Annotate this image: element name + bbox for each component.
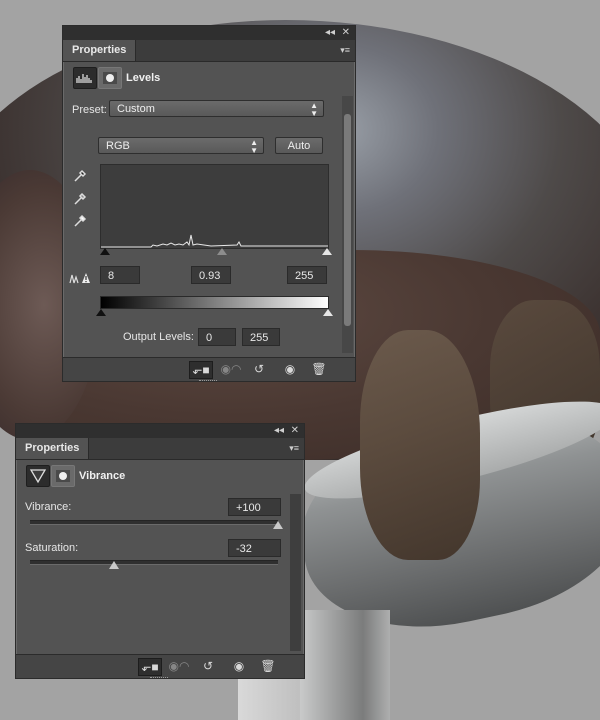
saturation-value-field[interactable]: -32 xyxy=(228,539,281,557)
preset-value: Custom xyxy=(117,103,155,115)
output-gradient-bar xyxy=(100,296,329,309)
output-white-slider[interactable] xyxy=(323,309,333,316)
visibility-eye-icon[interactable]: ◉ xyxy=(228,658,250,674)
scrollbar[interactable] xyxy=(290,494,301,651)
panel-titlebar[interactable]: ◂◂ ✕ xyxy=(63,26,355,40)
clipping-warning-icon[interactable] xyxy=(69,271,91,288)
input-white-slider[interactable] xyxy=(322,248,332,255)
collapse-icon[interactable]: ◂◂ xyxy=(325,27,335,38)
mask-icon[interactable] xyxy=(98,67,122,89)
dropdown-arrows-icon: ▲ ▼ xyxy=(250,138,258,155)
input-white-field[interactable]: 255 xyxy=(287,266,327,284)
resize-grip[interactable] xyxy=(150,677,168,681)
panel-footer: ⬐■ ◉◠ ↺ ◉ 🗑 xyxy=(63,357,355,381)
tab-row: Properties ▾≡ xyxy=(16,438,304,460)
black-eyedropper-icon[interactable] xyxy=(73,169,87,183)
tab-properties[interactable]: Properties xyxy=(63,40,137,61)
scrollbar[interactable] xyxy=(342,96,353,353)
panel-titlebar[interactable]: ◂◂ ✕ xyxy=(16,424,304,438)
saturation-slider-track[interactable] xyxy=(30,560,278,565)
panel-menu-icon[interactable]: ▾≡ xyxy=(289,443,299,454)
vibrance-slider-thumb[interactable] xyxy=(273,521,283,529)
panel-title: Levels xyxy=(126,72,161,84)
saturation-slider-thumb[interactable] xyxy=(109,561,120,569)
vibrance-value-field[interactable]: +100 xyxy=(228,498,281,516)
input-black-field[interactable]: 8 xyxy=(100,266,140,284)
panel-header: Vibrance xyxy=(16,460,304,494)
panel-title: Vibrance xyxy=(79,470,126,482)
input-gamma-slider[interactable] xyxy=(217,248,227,255)
clip-to-layer-icon[interactable]: ⬐■ xyxy=(138,658,162,676)
output-levels-label: Output Levels: xyxy=(123,331,194,343)
channel-dropdown[interactable]: RGB ▲ ▼ xyxy=(98,137,264,155)
panel-footer: ⬐■ ◉◠ ↺ ◉ 🗑 xyxy=(16,654,304,678)
close-icon[interactable]: ✕ xyxy=(342,27,350,38)
white-eyedropper-icon[interactable] xyxy=(73,214,87,228)
view-previous-icon[interactable]: ◉◠ xyxy=(168,658,190,674)
input-gamma-field[interactable]: 0.93 xyxy=(191,266,231,284)
clip-to-layer-icon[interactable]: ⬐■ xyxy=(189,361,213,379)
input-black-slider[interactable] xyxy=(100,248,110,255)
trash-icon[interactable]: 🗑 xyxy=(308,361,330,377)
collapse-icon[interactable]: ◂◂ xyxy=(274,425,284,436)
output-black-slider[interactable] xyxy=(96,309,106,316)
levels-adjustment-icon[interactable] xyxy=(73,67,97,89)
vibrance-slider-track[interactable] xyxy=(30,520,278,525)
preset-label: Preset: xyxy=(72,104,107,116)
output-black-field[interactable]: 0 xyxy=(198,328,236,346)
close-icon[interactable]: ✕ xyxy=(291,425,299,436)
saturation-label: Saturation: xyxy=(25,542,79,554)
vibrance-properties-panel: ◂◂ ✕ Properties ▾≡ Vibrance Vibrance: +1… xyxy=(15,423,305,679)
scrollbar-thumb[interactable] xyxy=(344,114,351,326)
auto-button[interactable]: Auto xyxy=(275,137,323,154)
gray-eyedropper-icon[interactable] xyxy=(73,192,87,206)
dropdown-arrows-icon: ▲ ▼ xyxy=(310,101,318,118)
vibrance-label: Vibrance: xyxy=(25,501,72,513)
reset-icon[interactable]: ↺ xyxy=(197,658,219,674)
histogram xyxy=(100,164,329,249)
levels-properties-panel: ◂◂ ✕ Properties ▾≡ Levels Preset: Custom… xyxy=(62,25,356,382)
birdbath-pedestal xyxy=(300,610,390,720)
view-previous-icon[interactable]: ◉◠ xyxy=(220,361,242,377)
trash-icon[interactable]: 🗑 xyxy=(257,658,279,674)
mask-icon[interactable] xyxy=(51,465,75,487)
preset-dropdown[interactable]: Custom ▲ ▼ xyxy=(109,100,324,118)
tab-row: Properties ▾≡ xyxy=(63,40,355,62)
output-white-field[interactable]: 255 xyxy=(242,328,280,346)
vibrance-adjustment-icon[interactable] xyxy=(26,465,50,487)
channel-value: RGB xyxy=(106,140,130,152)
panel-header: Levels xyxy=(63,62,355,96)
resize-grip[interactable] xyxy=(199,380,217,384)
hippo-leg xyxy=(360,330,480,560)
tab-properties[interactable]: Properties xyxy=(16,438,90,459)
reset-icon[interactable]: ↺ xyxy=(248,361,270,377)
panel-menu-icon[interactable]: ▾≡ xyxy=(340,45,350,56)
visibility-eye-icon[interactable]: ◉ xyxy=(279,361,301,377)
